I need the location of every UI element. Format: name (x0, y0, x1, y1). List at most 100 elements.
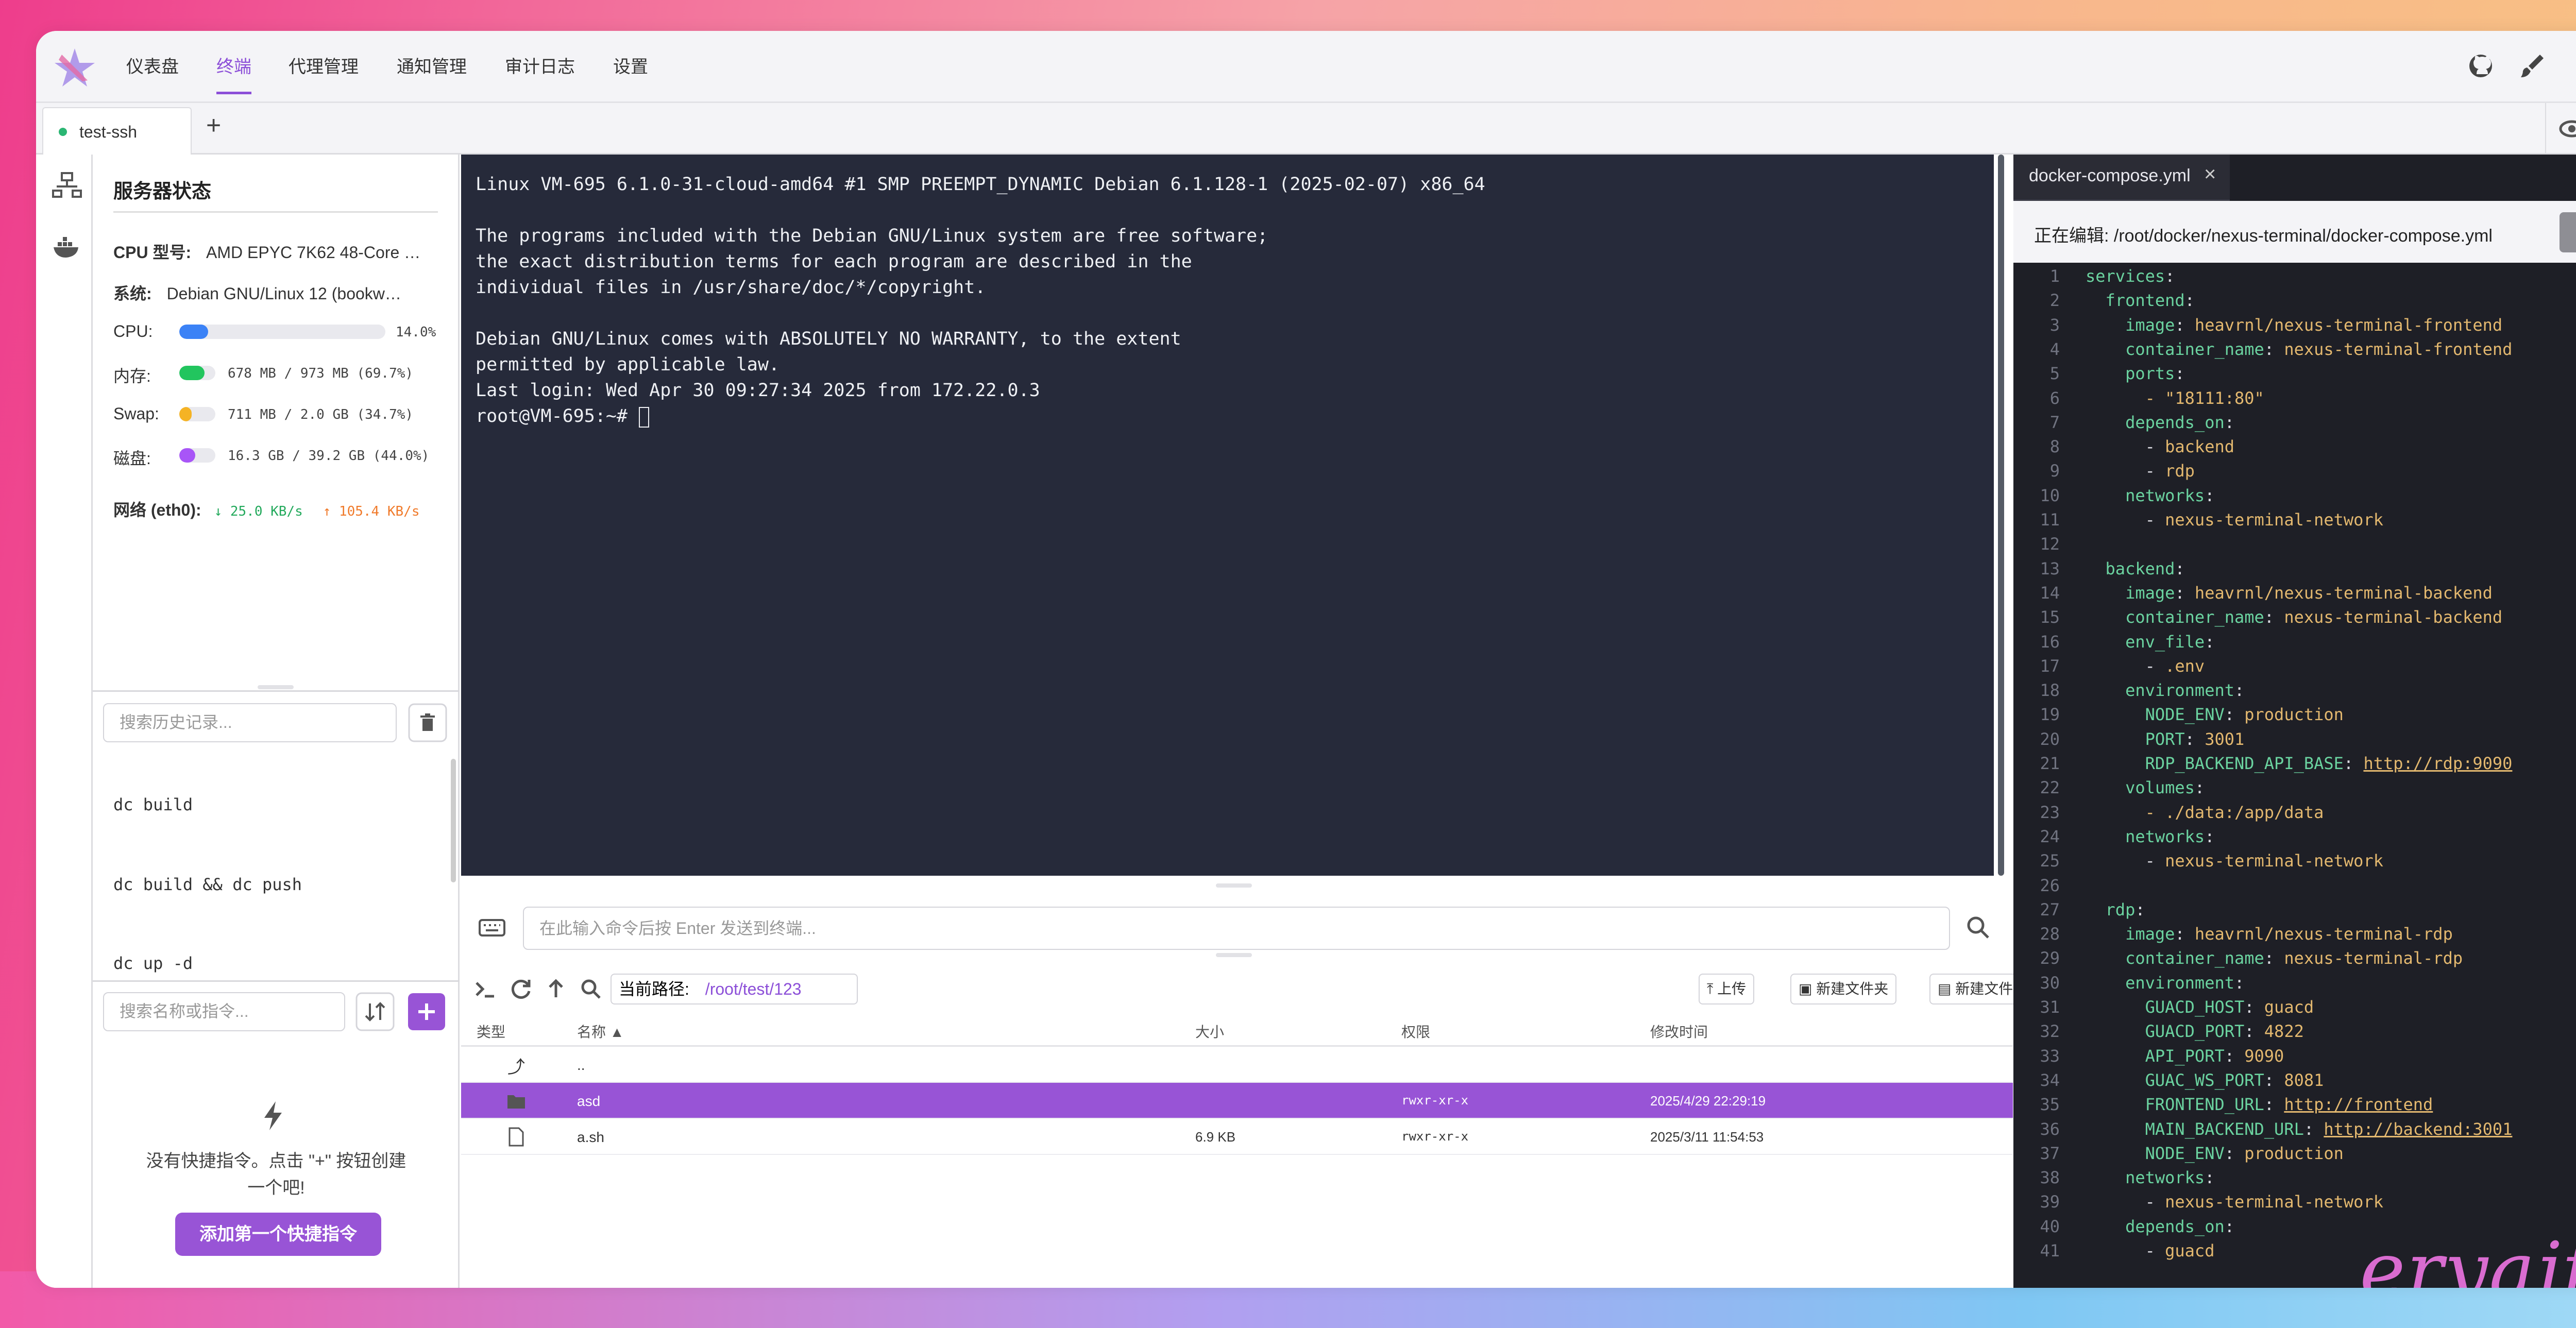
terminal-line: permitted by applicable law. (476, 354, 780, 375)
eye-toggle[interactable] (2545, 103, 2576, 155)
resize-handle[interactable] (258, 685, 294, 689)
resize-handle[interactable] (1216, 953, 1252, 957)
add-tab-button[interactable]: + (206, 110, 221, 140)
empty-hint-line2: 一个吧! (247, 1178, 305, 1198)
code-line: 33 API_PORT: 9090 (2040, 1046, 2284, 1066)
editor-tab-label: docker-compose.yml (2029, 166, 2191, 185)
nav-dashboard[interactable]: 仪表盘 (126, 56, 179, 78)
table-row[interactable]: a.sh 6.9 KB rwxr-xr-x 2025/3/11 11:54:53 (461, 1119, 2013, 1155)
docker-icon[interactable] (52, 232, 82, 263)
history-item[interactable]: dc up -d (113, 954, 193, 973)
swap-label: Swap: (113, 404, 159, 423)
terminal-prompt-icon[interactable] (471, 975, 500, 1003)
mem-bar (179, 366, 215, 380)
editor-tab[interactable]: docker-compose.yml × (2013, 155, 2230, 201)
sort-button[interactable] (355, 992, 395, 1031)
trash-icon (422, 719, 433, 731)
col-size[interactable]: 大小 (1195, 1021, 1224, 1042)
add-quick-command-button[interactable] (407, 992, 446, 1031)
cpu-model-label: CPU 型号: (113, 243, 192, 262)
nav-settings[interactable]: 设置 (613, 56, 648, 78)
close-icon[interactable]: × (2204, 163, 2216, 186)
swap-value: 711 MB / 2.0 GB (34.7%) (228, 407, 414, 422)
network-row: 网络 (eth0): ↓ 25.0 KB/s ↑ 105.4 KB/s (113, 497, 419, 521)
code-line: 5 ports: (2049, 364, 2185, 384)
parent-dir-icon: ⤴ (507, 1058, 525, 1077)
new-folder-label: 新建文件夹 (1816, 981, 1889, 997)
search-icon[interactable] (1960, 910, 1996, 946)
server-network-icon[interactable] (52, 170, 82, 201)
keyboard-icon[interactable] (477, 912, 507, 943)
brush-icon[interactable] (2517, 50, 2548, 81)
search-icon[interactable] (577, 975, 605, 1003)
new-folder-button[interactable]: ▣ 新建文件夹 (1790, 974, 1897, 1004)
nav-notification[interactable]: 通知管理 (397, 56, 467, 78)
add-first-quick-command-button[interactable]: 添加第一个快捷指令 (175, 1213, 381, 1256)
history-search-input[interactable]: 搜索历史记录... (103, 703, 397, 742)
terminal-view[interactable]: Linux VM-695 6.1.0-31-cloud-amd64 #1 SMP… (461, 155, 1994, 876)
code-line: 38 networks: (2040, 1168, 2215, 1188)
code-line: 15 container_name: nexus-terminal-backen… (2040, 607, 2503, 627)
new-file-button[interactable]: ▤ 新建文件 (1929, 974, 2022, 1004)
terminal-scrollbar[interactable] (1998, 155, 2004, 876)
history-scrollbar[interactable] (451, 759, 456, 882)
cpu-model-row: CPU 型号: AMD EPYC 7K62 48-Core … (113, 240, 420, 263)
code-line: 7 depends_on: (2049, 412, 2234, 432)
nav-terminal[interactable]: 终端 (216, 56, 251, 94)
code-line: 39 - nexus-terminal-network (2040, 1192, 2383, 1212)
app-logo-icon[interactable] (52, 44, 98, 91)
app-window: 仪表盘 终端 代理管理 通知管理 审计日志 设置 登出 test-ssh + (36, 31, 2576, 1288)
save-button[interactable]: 保存 (2560, 212, 2576, 252)
left-rail (41, 155, 93, 1288)
os-row: 系统: Debian GNU/Linux 12 (bookw… (113, 281, 401, 304)
col-mtime[interactable]: 修改时间 (1650, 1021, 1708, 1042)
swap-bar (179, 407, 215, 421)
arrow-up-icon[interactable] (541, 975, 570, 1003)
col-name[interactable]: 名称 ▲ (577, 1021, 624, 1042)
nav-proxy[interactable]: 代理管理 (289, 56, 359, 78)
path-label: 当前路径: (619, 980, 689, 998)
code-line: 20 PORT: 3001 (2040, 729, 2245, 749)
clear-history-button[interactable] (408, 703, 447, 742)
code-line: 1 services: (2049, 266, 2175, 286)
os-label: 系统: (113, 284, 152, 303)
session-tab[interactable]: test-ssh (42, 107, 192, 155)
mem-label: 内存: (113, 367, 151, 385)
file-mtime: 2025/4/29 22:29:19 (1650, 1093, 1766, 1109)
code-line: 23 - ./data:/app/data (2040, 802, 2324, 822)
server-status-panel: 服务器状态 CPU 型号: AMD EPYC 7K62 48-Core … 系统… (93, 155, 460, 690)
file-mtime: 2025/3/11 11:54:53 (1650, 1129, 1764, 1145)
code-line: 14 image: heavrnl/nexus-terminal-backend (2040, 583, 2493, 603)
file-manager: 当前路径: /root/test/123 ⤒ 上传 ▣ 新建文件夹 ▤ 新建文件… (461, 963, 2022, 1288)
code-area[interactable]: 1 services: 2 frontend: 3 image: heavrnl/ne… (2013, 266, 2576, 1288)
file-name: a.sh (577, 1129, 604, 1145)
os-value: Debian GNU/Linux 12 (bookw… (166, 284, 401, 303)
github-icon[interactable] (2465, 50, 2496, 81)
history-item[interactable]: dc build (113, 795, 193, 814)
code-line: 35 FRONTEND_URL: http://frontend (2040, 1095, 2433, 1115)
table-row[interactable]: ⤴ .. (461, 1047, 2013, 1083)
resize-handle[interactable] (1216, 883, 1252, 888)
table-row[interactable]: asd rwxr-xr-x 2025/4/29 22:29:19 (461, 1083, 2013, 1119)
file-name: .. (577, 1057, 585, 1073)
code-line: 26 (2040, 875, 2060, 895)
code-line: 18 environment: (2040, 680, 2245, 701)
quick-search-input[interactable]: 搜索名称或指令... (103, 992, 345, 1031)
col-type[interactable]: 类型 (477, 1021, 505, 1042)
code-line: 32 GUACD_PORT: 4822 (2040, 1021, 2304, 1042)
terminal-line: root@VM-695:~# (476, 406, 639, 427)
code-line: 34 GUAC_WS_PORT: 8081 (2040, 1070, 2324, 1090)
terminal-line: Linux VM-695 6.1.0-31-cloud-amd64 #1 SMP… (476, 174, 1485, 195)
path-display[interactable]: 当前路径: /root/test/123 (611, 974, 858, 1004)
command-input[interactable]: 在此输入命令后按 Enter 发送到终端... (523, 907, 1950, 950)
nav-audit-log[interactable]: 审计日志 (505, 56, 575, 78)
file-plus-icon: ▤ (1938, 981, 1956, 997)
folder-icon (507, 1095, 525, 1109)
refresh-icon[interactable] (506, 975, 535, 1003)
upload-button[interactable]: ⤒ 上传 (1699, 974, 1755, 1004)
history-item[interactable]: dc build && dc push (113, 875, 302, 894)
quick-commands-panel: 搜索名称或指令... 没有快捷指令。点击 "+" 按钮创建 一个吧! 添加第一个… (93, 982, 460, 1288)
file-table-header: 类型 名称 ▲ 大小 权限 修改时间 (461, 1011, 2013, 1047)
code-line: 30 environment: (2040, 973, 2245, 993)
col-permission[interactable]: 权限 (1401, 1021, 1430, 1042)
